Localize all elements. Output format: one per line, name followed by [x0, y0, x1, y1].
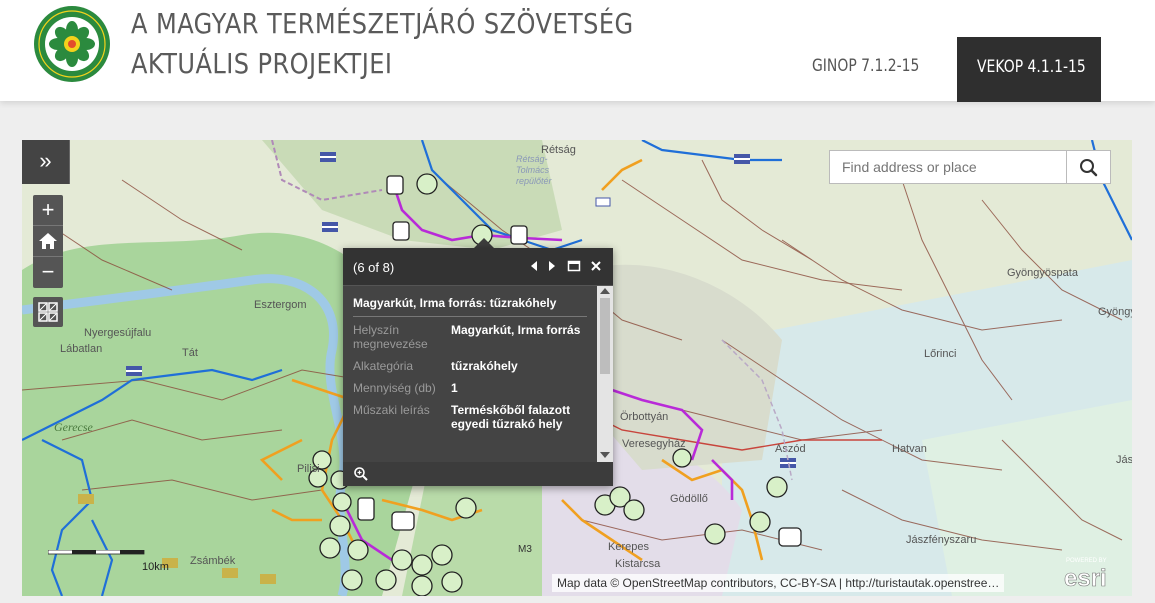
map-label-kerepes: Kerepes [608, 541, 649, 553]
popup-footer [343, 462, 613, 486]
popup-scrollbar[interactable] [597, 286, 613, 462]
map-label-jaszfenyszaru: Jászfényszaru [906, 534, 976, 546]
svg-text:repülőtér: repülőtér [516, 176, 553, 186]
popup-body[interactable]: Magyarkút, Irma forrás: tűzrakóhely Hely… [343, 286, 597, 462]
close-icon[interactable] [588, 258, 604, 274]
map-view[interactable]: Rétság Gyöngyöspata Gyöngy Esztergom Nye… [22, 140, 1132, 596]
map-label-nyergesujfalu: Nyergesújfalu [84, 327, 151, 339]
svg-text:Tolmács: Tolmács [516, 165, 550, 175]
esri-label: esri [1064, 565, 1107, 592]
zoom-in-button[interactable]: + [33, 195, 63, 226]
popup-field-label: Alkategória [353, 359, 414, 373]
popup-field-label: Mennyiség (db) [353, 381, 436, 395]
page-header: A MAGYAR TERMÉSZETJÁRÓ SZÖVETSÉG AKTUÁLI… [0, 0, 1155, 102]
map-label-pilisi: Pilisi [297, 463, 320, 475]
next-feature-icon[interactable] [543, 258, 559, 274]
map-label-zsambek: Zsámbék [190, 555, 236, 567]
map-label-tat: Tát [182, 347, 198, 359]
mtsz-logo[interactable] [32, 4, 112, 84]
page-title-line1: A MAGYAR TERMÉSZETJÁRÓ SZÖVETSÉG [131, 7, 634, 40]
scale-label: 10km [142, 561, 169, 573]
map-label-lorinci: Lőrinci [924, 348, 956, 360]
map-label-kistarcsa: Kistarcsa [615, 558, 661, 570]
page-title: A MAGYAR TERMÉSZETJÁRÓ SZÖVETSÉG AKTUÁLI… [131, 4, 634, 84]
map-label-aszod: Aszód [775, 443, 806, 455]
page-title-line2: AKTUÁLIS PROJEKTJEI [131, 47, 393, 80]
map-attribution: Map data © OpenStreetMap contributors, C… [552, 574, 1005, 592]
nav-ginop[interactable]: GINOP 7.1.2-15 [812, 56, 919, 76]
map-label-esztergom: Esztergom [254, 299, 307, 311]
popup-field-row: Alkategória tűzrakóhely [353, 359, 587, 373]
powered-by-label: POWERED BY [1066, 558, 1107, 564]
scroll-up-icon[interactable] [600, 288, 610, 294]
map-label-orbottyan: Örbottyán [620, 411, 668, 423]
esri-logo[interactable]: POWERED BY esri [1062, 554, 1126, 594]
zoom-to-icon[interactable] [353, 466, 369, 482]
previous-feature-icon[interactable] [527, 258, 543, 274]
map-label-godollo: Gödöllő [670, 493, 708, 505]
nav-vekop-label: VEKOP 4.1.1-15 [977, 57, 1086, 77]
feature-popup: (6 of 8) Magyarkút, Irma forrás: tűzrakó… [343, 248, 613, 486]
double-chevron-right-icon: » [39, 148, 52, 173]
popup-field-value: tűzrakóhely [451, 359, 518, 373]
popup-field-label: Műszaki leírás [353, 403, 430, 417]
minus-icon: − [41, 259, 55, 284]
popup-feature-count: (6 of 8) [353, 260, 395, 275]
popup-field-row: Helyszín megnevezése Magyarkút, Irma for… [353, 323, 587, 351]
scrollbar-thumb[interactable] [600, 298, 610, 374]
search-icon [1080, 159, 1098, 177]
popup-field-value: Magyarkút, Irma forrás [451, 323, 581, 337]
basemap-toggle-button[interactable] [33, 297, 63, 327]
home-icon [39, 233, 57, 249]
popup-field-value: 1 [451, 381, 458, 395]
map-label-m3: M3 [518, 544, 532, 555]
scale-bar: 10km [48, 550, 169, 573]
map-label-gerecse: Gerecse [54, 420, 94, 434]
popup-header: (6 of 8) [343, 248, 613, 286]
home-button[interactable] [33, 226, 63, 257]
zoom-controls: + − [33, 195, 63, 288]
map-label-jas: Jás [1116, 454, 1132, 466]
scroll-down-icon[interactable] [600, 452, 610, 458]
basemap-grid-icon [38, 302, 58, 322]
zoom-out-button[interactable]: − [33, 257, 63, 288]
map-label-veresegyhaz: Veresegyház [622, 438, 686, 450]
popup-field-value: Terméskőből falazott egyedi tűzrakó hely [451, 403, 571, 431]
popup-title: Magyarkút, Irma forrás: tűzrakóhely [353, 296, 587, 317]
svg-text:Rétság-: Rétság- [516, 154, 548, 164]
nav-vekop[interactable]: VEKOP 4.1.1-15 [957, 37, 1101, 102]
popup-pointer [474, 238, 494, 248]
map-label-labatlan: Lábatlan [60, 343, 102, 355]
maximize-icon[interactable] [566, 258, 582, 274]
search-button[interactable] [1066, 150, 1111, 184]
plus-icon: + [41, 197, 55, 222]
map-label-hatvan: Hatvan [892, 443, 927, 455]
popup-field-row: Műszaki leírás Terméskőből falazott egye… [353, 403, 587, 431]
popup-field-label: Helyszín megnevezése [353, 323, 428, 351]
expand-panel-button[interactable]: » [22, 140, 70, 184]
search-input[interactable] [829, 150, 1067, 184]
popup-field-row: Mennyiség (db) 1 [353, 381, 587, 395]
map-label-gyongy: Gyöngy [1098, 306, 1132, 318]
map-label-gyongyospata: Gyöngyöspata [1007, 267, 1079, 279]
